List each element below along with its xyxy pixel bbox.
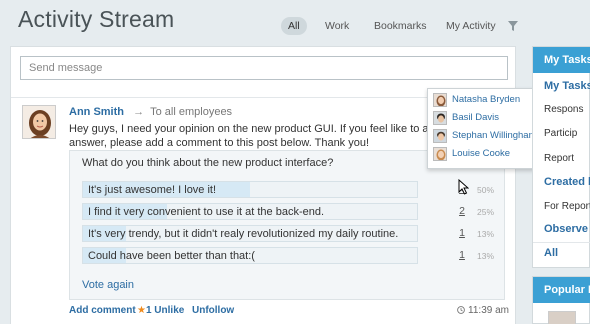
post-time-label: 11:39 am	[468, 305, 509, 316]
answer-voter-count[interactable]: 1	[456, 249, 468, 261]
sidebar-item-created-by[interactable]: Created b	[533, 176, 590, 188]
unlike-label: 1 Unlike	[145, 305, 185, 316]
voter-item[interactable]: Basil Davis	[433, 110, 538, 126]
answer-text: I find it very convenient to use it at t…	[88, 206, 325, 218]
my-tasks-widget: My Tasks My Tasks Respons Particip Repor…	[532, 46, 590, 268]
post-time: 11:39 am	[457, 305, 509, 316]
vote-again-link[interactable]: Vote again	[82, 279, 134, 291]
mouse-cursor-icon	[458, 179, 469, 195]
sidebar-item-report[interactable]: Report	[533, 153, 590, 164]
vote-answer[interactable]: It's very trendy, but it didn't realy re…	[82, 225, 418, 242]
sidebar-item-observer[interactable]: Observe	[533, 223, 590, 235]
voter-avatar	[433, 129, 447, 143]
answer-percent: 13%	[477, 229, 495, 239]
sidebar-item-all[interactable]: All	[533, 247, 590, 259]
voter-name: Basil Davis	[452, 112, 499, 123]
answer-text: It's very trendy, but it didn't realy re…	[88, 228, 399, 240]
popular-posts-title[interactable]: Popular P	[533, 277, 590, 303]
tab-my-activity[interactable]: My Activity	[439, 17, 503, 35]
vote-answer[interactable]: Could have been better than that:(	[82, 247, 418, 264]
sidebar-item-participant[interactable]: Particip	[533, 128, 590, 139]
voter-item[interactable]: Stephan Willingham	[433, 128, 538, 144]
author-name[interactable]: Ann Smith	[69, 106, 124, 118]
sidebar-item-my-tasks[interactable]: My Tasks	[533, 80, 590, 92]
unlike-link[interactable]: ★1 Unlike	[137, 305, 184, 316]
voter-name: Stephan Willingham	[452, 130, 537, 141]
vote-panel: What do you think about the new product …	[69, 150, 505, 300]
vote-question: What do you think about the new product …	[82, 157, 334, 169]
post-footer: Add comment ★1 Unlike Unfollow 11:39 am	[69, 305, 509, 319]
clock-icon	[457, 306, 465, 314]
voter-avatar	[433, 147, 447, 161]
voter-item[interactable]: Louise Cooke	[433, 146, 538, 162]
voter-name: Louise Cooke	[452, 148, 511, 159]
funnel-icon[interactable]	[508, 21, 518, 31]
tab-bookmarks[interactable]: Bookmarks	[367, 17, 434, 35]
voter-name: Natasha Bryden	[452, 94, 521, 105]
voter-avatar	[433, 111, 447, 125]
add-comment-link[interactable]: Add comment	[69, 305, 136, 316]
star-icon: ★	[137, 305, 146, 316]
voter-avatar	[433, 93, 447, 107]
sidebar-item-responsible[interactable]: Respons	[533, 104, 590, 115]
answer-text: Could have been better than that:(	[88, 250, 255, 262]
answer-percent: 50%	[477, 185, 495, 195]
divider	[533, 242, 590, 243]
avatar[interactable]	[22, 105, 56, 139]
vote-answer[interactable]: It's just awesome! I love it!	[82, 181, 418, 198]
answer-percent: 25%	[477, 207, 495, 217]
arrow-right-icon: →	[133, 106, 145, 118]
vote-answer[interactable]: I find it very convenient to use it at t…	[82, 203, 418, 220]
unfollow-link[interactable]: Unfollow	[192, 305, 234, 316]
post-author-line: Ann Smith → To all employees	[69, 106, 232, 118]
answer-text: It's just awesome! I love it!	[88, 184, 217, 196]
tab-all[interactable]: All	[281, 17, 307, 35]
header: Activity Stream All Work Bookmarks My Ac…	[0, 0, 590, 46]
voter-item[interactable]: Natasha Bryden	[433, 92, 538, 108]
avatar[interactable]	[548, 311, 576, 324]
right-sidebar: My Tasks My Tasks Respons Particip Repor…	[532, 46, 590, 324]
answer-voter-count[interactable]: 1	[456, 227, 468, 239]
post-audience: To all employees	[150, 106, 233, 118]
voters-popup: Natasha Bryden Basil Davis Stephan Willi…	[427, 88, 539, 169]
popular-posts-widget: Popular P	[532, 276, 590, 324]
page-title: Activity Stream	[18, 6, 175, 32]
sidebar-item-for-report[interactable]: For Report	[533, 201, 590, 212]
answer-percent: 13%	[477, 251, 495, 261]
answer-voter-count[interactable]: 2	[456, 205, 468, 217]
send-message-input[interactable]: Send message	[20, 56, 508, 80]
my-tasks-title[interactable]: My Tasks	[533, 47, 590, 73]
tab-work[interactable]: Work	[318, 17, 356, 35]
